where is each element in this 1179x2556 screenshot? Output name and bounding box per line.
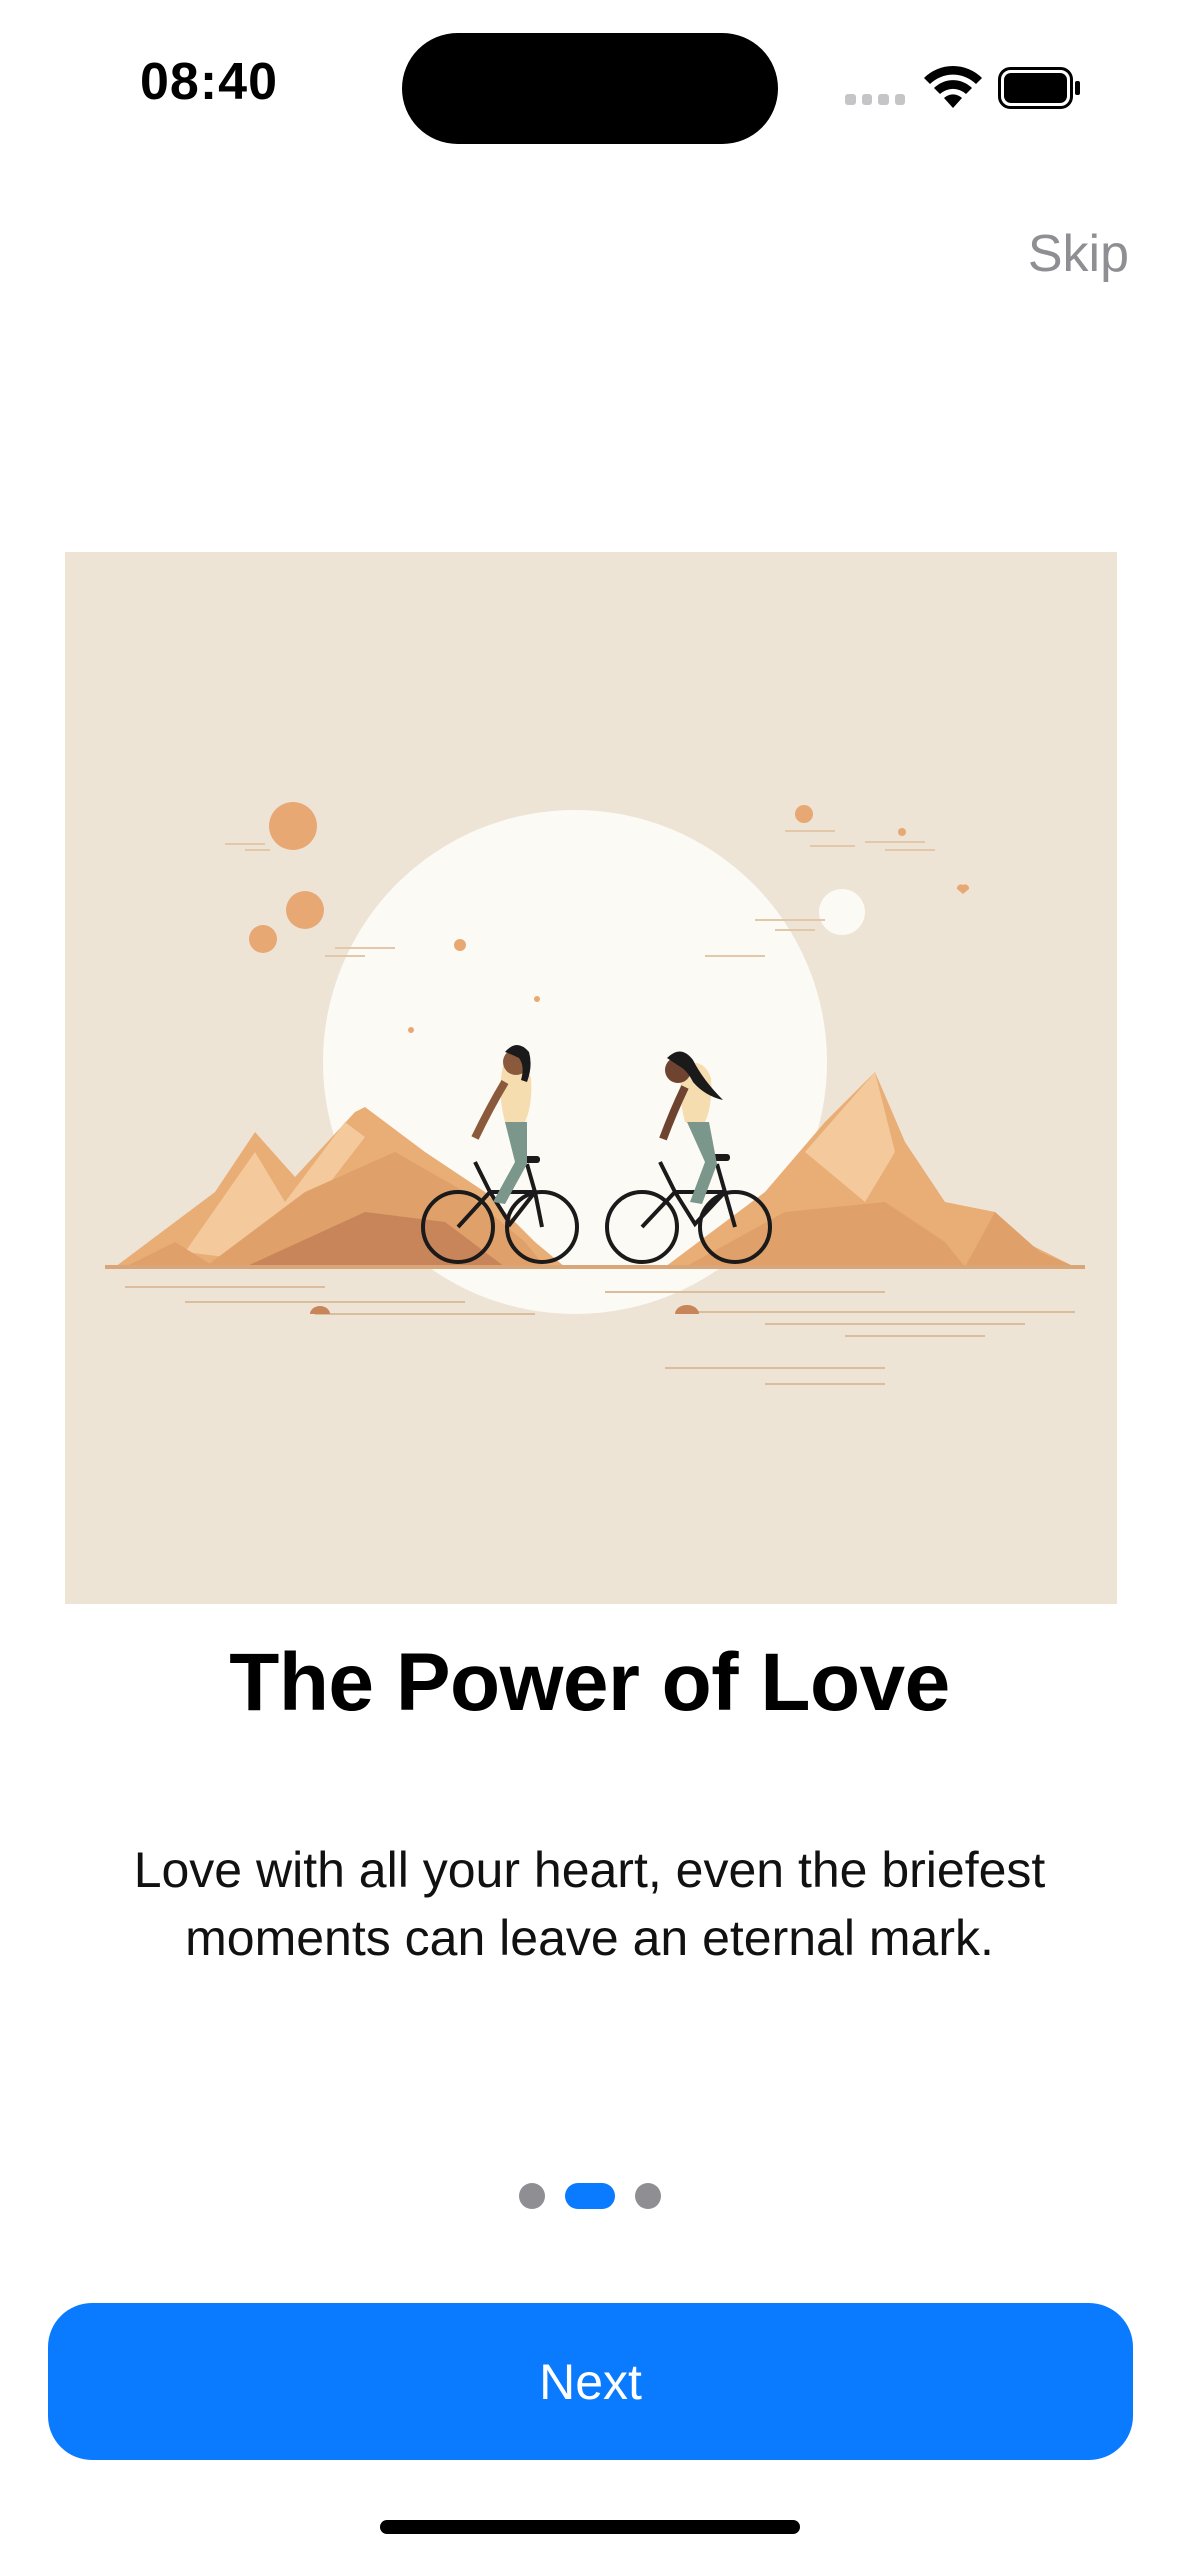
page-description: Love with all your heart, even the brief… [133, 1842, 1046, 1966]
battery-icon [998, 67, 1080, 109]
page-dot-3[interactable] [634, 2183, 661, 2209]
next-button[interactable]: Next [48, 2303, 1133, 2460]
page-indicator[interactable] [0, 2183, 1179, 2209]
onboarding-illustration [65, 552, 1117, 1604]
home-indicator[interactable] [380, 2520, 800, 2534]
page-dot-1[interactable] [518, 2183, 545, 2209]
signal-icon [845, 94, 905, 108]
page-title: The Power of Love [229, 1637, 950, 1728]
couple-cycling-illustration [105, 802, 1085, 1385]
status-time: 08:40 [140, 53, 278, 111]
wifi-icon [924, 65, 982, 108]
dynamic-island [402, 33, 778, 144]
page-dot-2[interactable] [564, 2183, 615, 2209]
skip-button[interactable]: Skip [1028, 224, 1129, 284]
